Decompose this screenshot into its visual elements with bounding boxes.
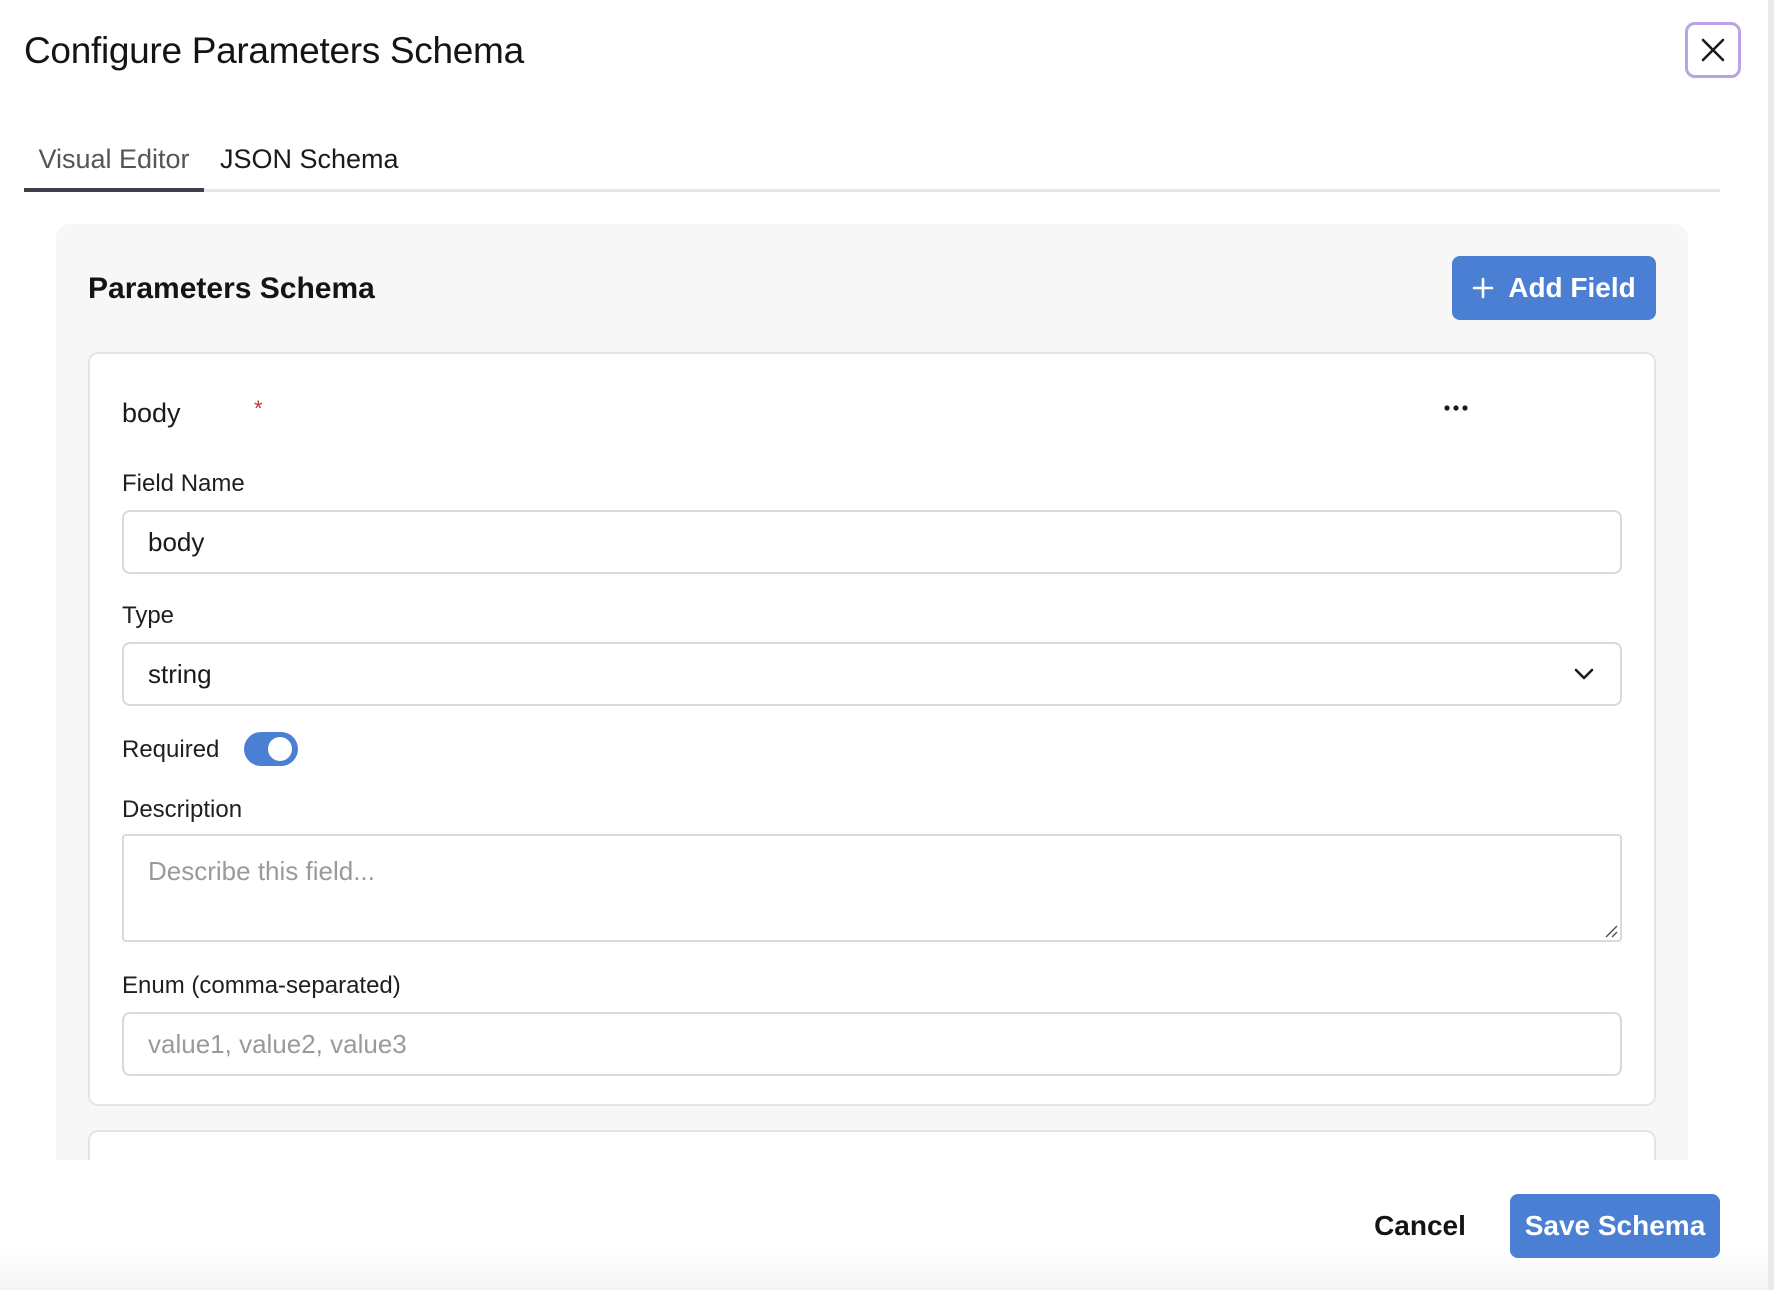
more-horizontal-icon — [1444, 405, 1468, 411]
description-placeholder: Describe this field... — [148, 856, 375, 886]
type-select-value: string — [148, 658, 212, 689]
description-textarea[interactable]: Describe this field... — [122, 834, 1622, 942]
close-button[interactable] — [1685, 22, 1741, 78]
add-field-button[interactable]: Add Field — [1452, 256, 1656, 320]
tab-visual-editor[interactable]: Visual Editor — [24, 130, 204, 192]
close-icon — [1701, 38, 1725, 62]
save-schema-button[interactable]: Save Schema — [1510, 1194, 1720, 1258]
enum-label: Enum (comma-separated) — [122, 972, 401, 999]
required-label: Required — [122, 736, 220, 763]
type-label: Type — [122, 602, 175, 629]
tab-bar: Visual Editor JSON Schema — [24, 130, 1720, 192]
chevron-down-icon — [1574, 668, 1594, 680]
field-more-button[interactable] — [1432, 384, 1480, 432]
cancel-button[interactable]: Cancel — [1360, 1194, 1480, 1258]
tab-json-schema[interactable]: JSON Schema — [220, 130, 400, 192]
modal-title: Configure Parameters Schema — [24, 30, 524, 71]
required-marker: * — [254, 396, 263, 421]
field-name-input[interactable]: body — [122, 510, 1622, 574]
field-name-label: Field Name — [122, 470, 245, 497]
plus-icon — [1472, 277, 1494, 299]
modal-footer — [0, 1160, 1768, 1290]
field-card: body * Field Name body Type string Requi… — [88, 352, 1656, 1106]
resize-grip-icon[interactable] — [1602, 922, 1618, 938]
background-edge — [1768, 0, 1774, 1290]
required-toggle[interactable] — [244, 732, 298, 766]
field-header-name: body — [122, 398, 181, 428]
type-select[interactable]: string — [122, 642, 1622, 706]
panel-title: Parameters Schema — [88, 272, 375, 305]
schema-scroll-area[interactable]: Parameters Schema Add Field body * Field… — [56, 224, 1688, 1160]
description-label: Description — [122, 796, 243, 823]
parameters-schema-panel: Parameters Schema Add Field body * Field… — [56, 224, 1688, 1160]
toggle-knob — [268, 737, 292, 761]
field-card — [88, 1130, 1656, 1160]
enum-input[interactable]: value1, value2, value3 — [122, 1012, 1622, 1076]
configure-schema-modal: Configure Parameters Schema Visual Edito… — [0, 0, 1768, 1290]
add-field-label: Add Field — [1508, 272, 1636, 303]
